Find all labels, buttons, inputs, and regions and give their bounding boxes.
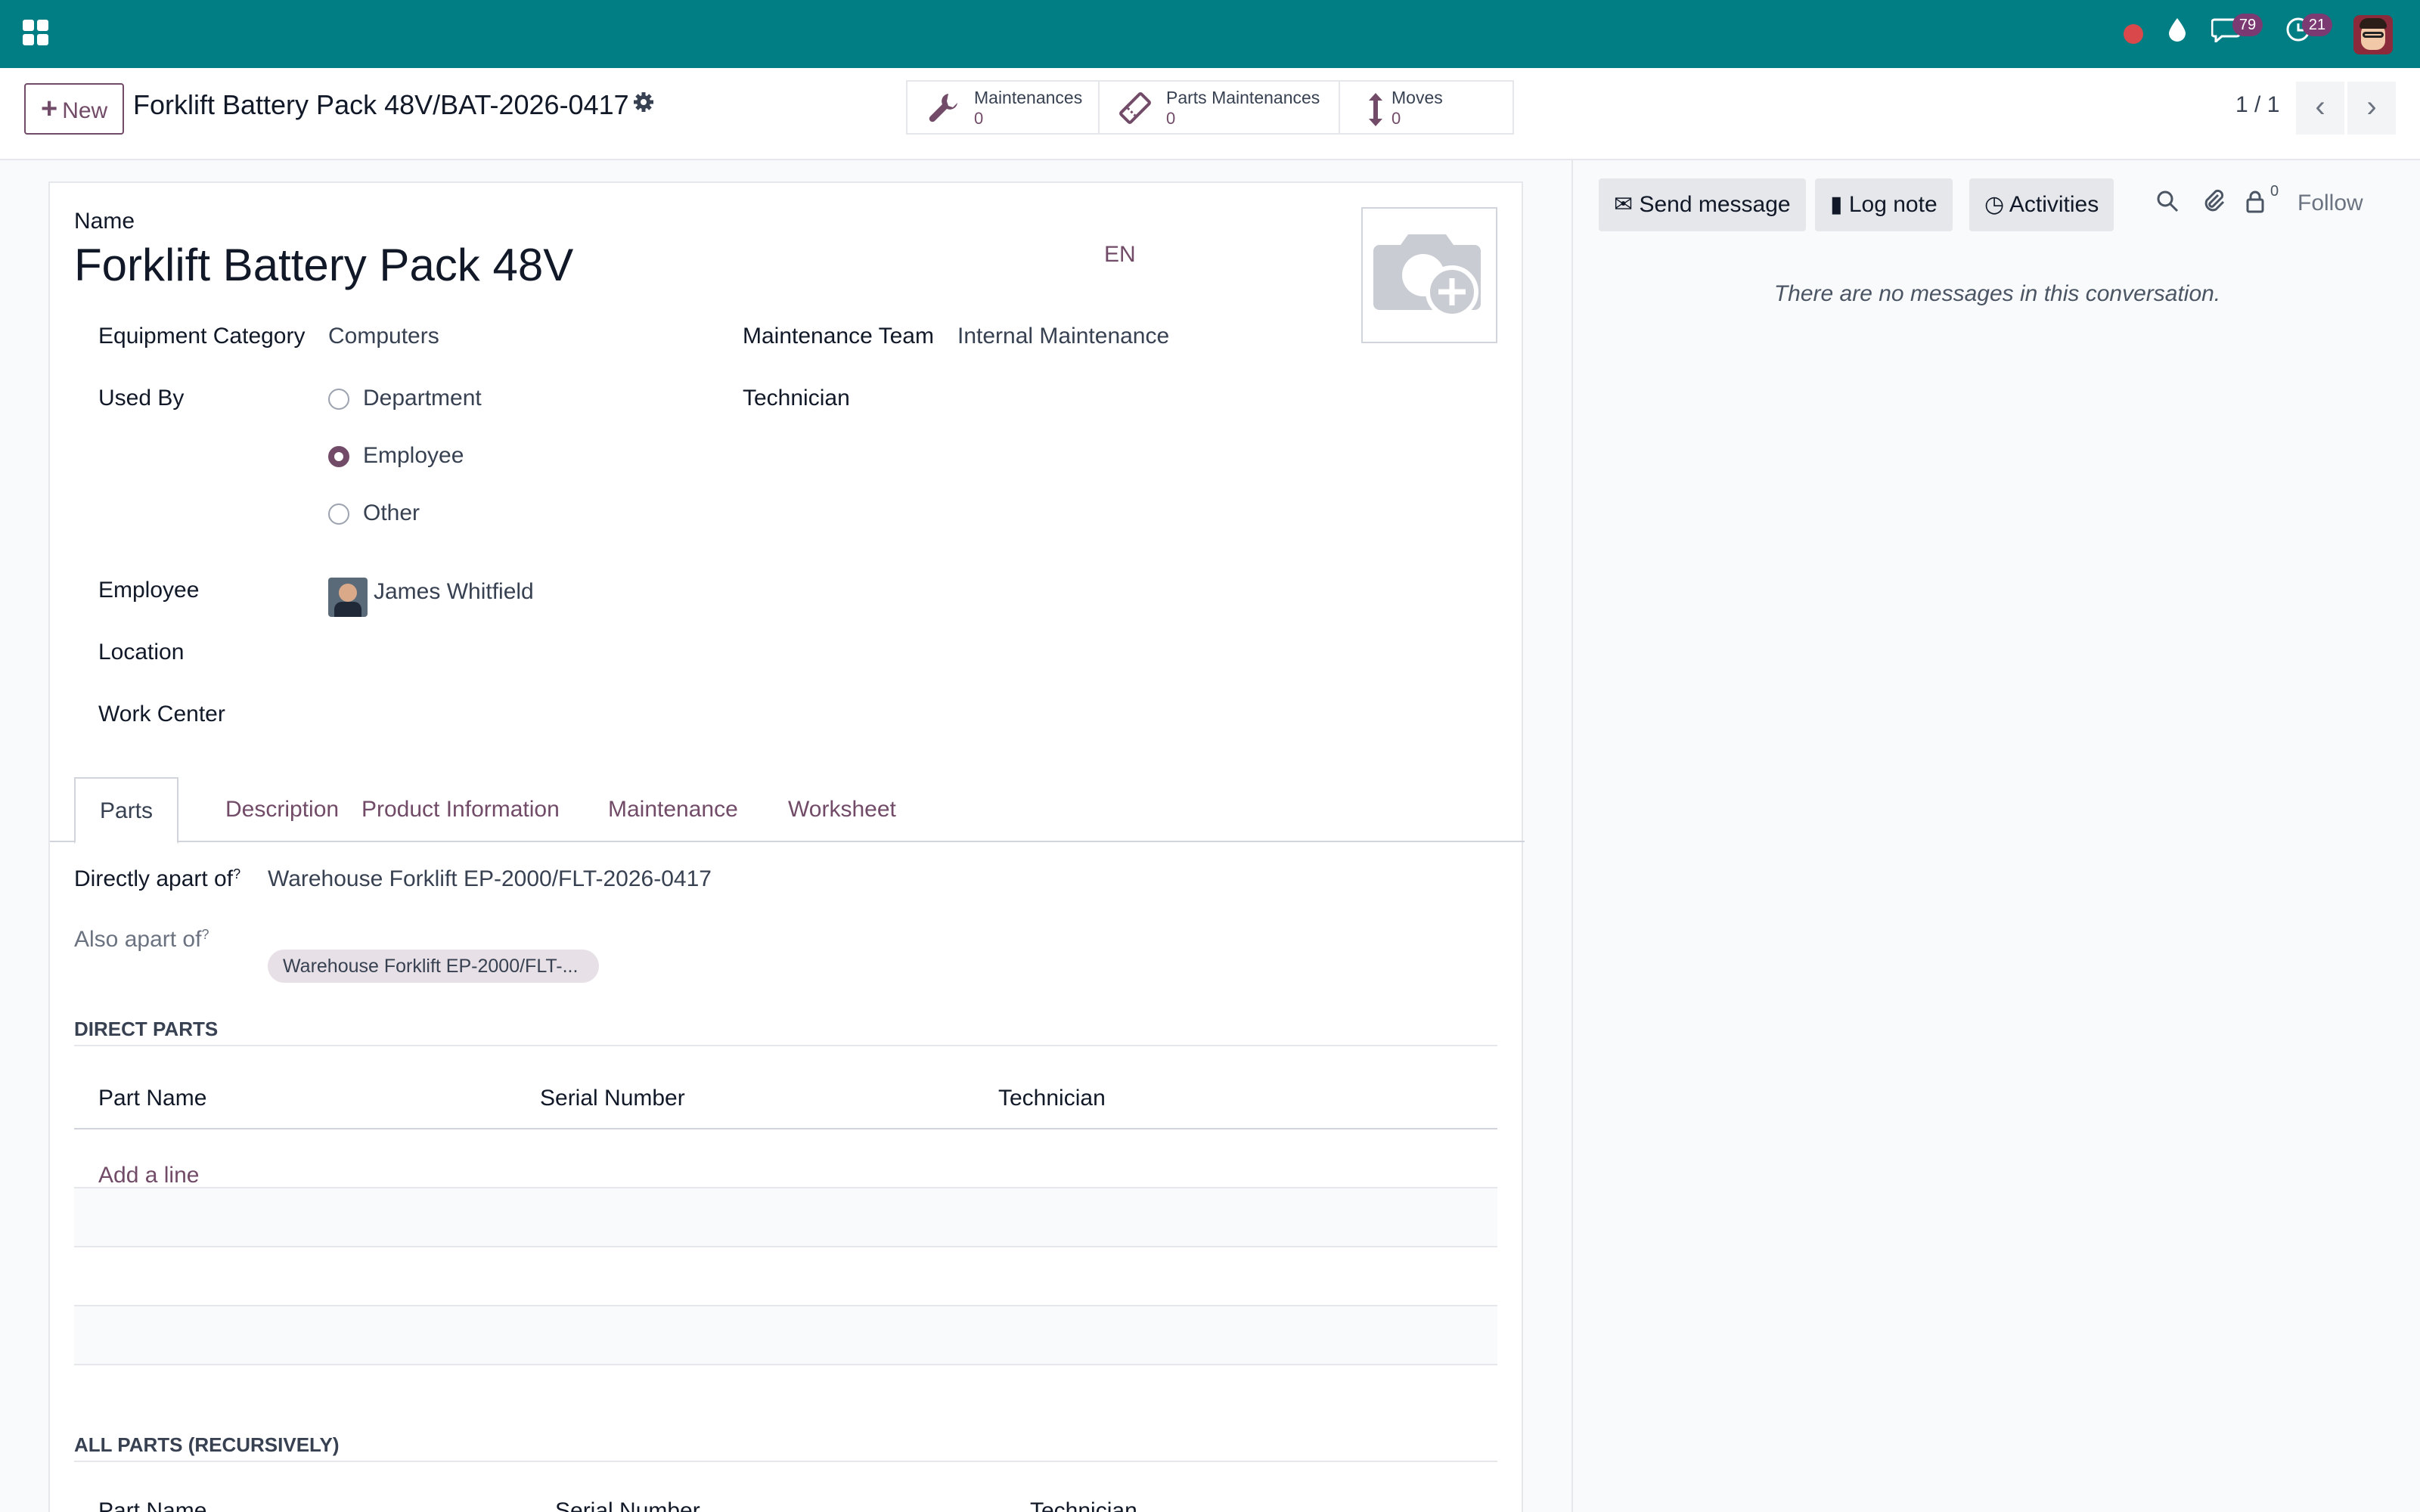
moves-smart-button[interactable]: Moves 0 bbox=[1340, 82, 1512, 133]
chatter-panel: ✉ Send message ▮ Log note ◷ Activities 0… bbox=[1571, 160, 2420, 1512]
equipment-category-label: Equipment Category bbox=[98, 324, 306, 349]
divider bbox=[74, 1045, 1497, 1046]
envelope-icon: ✉ bbox=[1614, 192, 1634, 217]
chevron-right-icon[interactable]: › bbox=[2347, 82, 2396, 135]
activities-badge: 21 bbox=[2302, 14, 2332, 36]
add-a-line-link[interactable]: Add a line bbox=[98, 1163, 199, 1188]
all-parts-title: ALL PARTS (RECURSIVELY) bbox=[74, 1433, 340, 1456]
also-apart-of-label: Also apart of? bbox=[74, 927, 209, 953]
technician-label: Technician bbox=[743, 386, 850, 411]
control-panel: + New Forklift Battery Pack 48V/BAT-2026-… bbox=[0, 68, 2420, 160]
table-header-divider bbox=[74, 1128, 1497, 1129]
direct-parts-title: DIRECT PARTS bbox=[74, 1018, 219, 1040]
directly-apart-of-label: Directly apart of? bbox=[74, 866, 240, 892]
lock-icon[interactable] bbox=[2240, 189, 2270, 219]
activities-label: Activities bbox=[2009, 192, 2099, 217]
also-apart-of-tag[interactable]: Warehouse Forklift EP-2000/FLT-... bbox=[268, 950, 599, 983]
camera-plus-icon bbox=[1373, 234, 1481, 318]
directly-apart-of-text: Directly apart of bbox=[74, 866, 234, 891]
radio-label-employee: Employee bbox=[363, 443, 464, 468]
chevron-left-icon[interactable]: ‹ bbox=[2296, 82, 2344, 135]
language-button[interactable]: EN bbox=[1104, 242, 1136, 268]
activities-button[interactable]: ◷ Activities bbox=[1969, 178, 2114, 231]
smart-button-value: 0 bbox=[974, 109, 984, 128]
radio-label-other: Other bbox=[363, 500, 420, 525]
column-technician[interactable]: Technician bbox=[1030, 1498, 1137, 1512]
smart-button-value: 0 bbox=[1392, 109, 1401, 128]
also-apart-of-text: Also apart of bbox=[74, 927, 202, 952]
maintenances-smart-button[interactable]: Maintenances 0 bbox=[908, 82, 1100, 133]
table-row-divider bbox=[74, 1246, 1497, 1247]
equipment-category-field[interactable]: Computers bbox=[328, 324, 439, 349]
arrows-vertical-icon bbox=[1357, 91, 1395, 129]
help-mark[interactable]: ? bbox=[233, 866, 240, 881]
new-button-label: New bbox=[62, 98, 108, 123]
empty-conversation-message: There are no messages in this conversati… bbox=[1773, 281, 2221, 306]
location-label: Location bbox=[98, 640, 185, 665]
ticket-icon bbox=[1116, 91, 1154, 129]
plus-icon: + bbox=[41, 93, 58, 125]
smart-buttons: Maintenances 0 Parts Maintenances 0 Move… bbox=[906, 80, 1514, 135]
work-center-label: Work Center bbox=[98, 702, 225, 727]
note-icon: ▮ bbox=[1830, 192, 1843, 217]
user-avatar[interactable] bbox=[2353, 15, 2393, 54]
radio-label-department: Department bbox=[363, 386, 482, 411]
equipment-name-field[interactable]: Forklift Battery Pack 48V bbox=[74, 239, 573, 291]
smart-button-label: Maintenances bbox=[974, 88, 1083, 107]
smart-button-label: Moves bbox=[1392, 88, 1443, 107]
maintenance-team-label: Maintenance Team bbox=[743, 324, 934, 349]
messages-badge: 79 bbox=[2232, 14, 2263, 36]
send-message-button[interactable]: ✉ Send message bbox=[1599, 178, 1806, 231]
tab-product-information[interactable]: Product Information bbox=[337, 777, 584, 842]
apps-grid-icon[interactable] bbox=[23, 20, 48, 45]
search-icon[interactable] bbox=[2152, 189, 2183, 219]
table-row bbox=[74, 1306, 1497, 1364]
log-note-button[interactable]: ▮ Log note bbox=[1815, 178, 1953, 231]
employee-label: Employee bbox=[98, 578, 200, 603]
followers-count: 0 bbox=[2270, 183, 2279, 200]
column-part-name[interactable]: Part Name bbox=[98, 1498, 206, 1512]
smart-button-label: Parts Maintenances bbox=[1166, 88, 1320, 107]
drop-icon[interactable] bbox=[2160, 17, 2195, 51]
top-navbar: 79 21 bbox=[0, 0, 2420, 68]
employee-avatar bbox=[328, 578, 368, 617]
column-part-name[interactable]: Part Name bbox=[98, 1086, 206, 1111]
column-serial-number[interactable]: Serial Number bbox=[540, 1086, 685, 1111]
column-serial-number[interactable]: Serial Number bbox=[555, 1498, 700, 1512]
table-row bbox=[74, 1188, 1497, 1246]
form-area: Name Forklift Battery Pack 48V EN Equipm… bbox=[0, 160, 1571, 1512]
follow-button[interactable]: Follow bbox=[2297, 191, 2363, 216]
directly-apart-of-field[interactable]: Warehouse Forklift EP-2000/FLT-2026-0417 bbox=[268, 866, 712, 892]
tab-parts[interactable]: Parts bbox=[74, 777, 179, 844]
used-by-label: Used By bbox=[98, 386, 185, 411]
paperclip-icon[interactable] bbox=[2199, 189, 2229, 219]
radio-employee[interactable] bbox=[328, 446, 349, 467]
breadcrumb: Forklift Battery Pack 48V/BAT-2026-0417 bbox=[133, 89, 629, 120]
form-sheet: Name Forklift Battery Pack 48V EN Equipm… bbox=[48, 181, 1525, 1512]
tab-maintenance[interactable]: Maintenance bbox=[584, 777, 762, 842]
maintenance-team-field[interactable]: Internal Maintenance bbox=[957, 324, 1169, 349]
clock-icon: ◷ bbox=[1984, 192, 2005, 217]
column-technician[interactable]: Technician bbox=[998, 1086, 1106, 1111]
employee-field[interactable]: James Whitfield bbox=[374, 579, 534, 605]
help-mark[interactable]: ? bbox=[201, 927, 209, 942]
new-button[interactable]: + New bbox=[24, 83, 125, 135]
smart-button-value: 0 bbox=[1166, 109, 1176, 128]
divider bbox=[74, 1461, 1497, 1462]
tab-worksheet[interactable]: Worksheet bbox=[764, 777, 920, 842]
radio-department[interactable] bbox=[328, 389, 349, 410]
radio-other[interactable] bbox=[328, 503, 349, 525]
send-message-label: Send message bbox=[1639, 192, 1791, 217]
log-note-label: Log note bbox=[1848, 192, 1938, 217]
notebook-tabs: Parts Description Product Information Ma… bbox=[50, 777, 1525, 844]
table-row-divider bbox=[74, 1364, 1497, 1365]
name-label: Name bbox=[74, 209, 135, 234]
pager-value[interactable]: 1 / 1 bbox=[2235, 92, 2279, 118]
gear-icon[interactable] bbox=[632, 91, 655, 113]
parts-maintenances-smart-button[interactable]: Parts Maintenances 0 bbox=[1100, 82, 1340, 133]
record-dot-icon[interactable] bbox=[2124, 24, 2143, 44]
wrench-icon bbox=[924, 91, 962, 129]
image-upload[interactable] bbox=[1361, 207, 1497, 343]
